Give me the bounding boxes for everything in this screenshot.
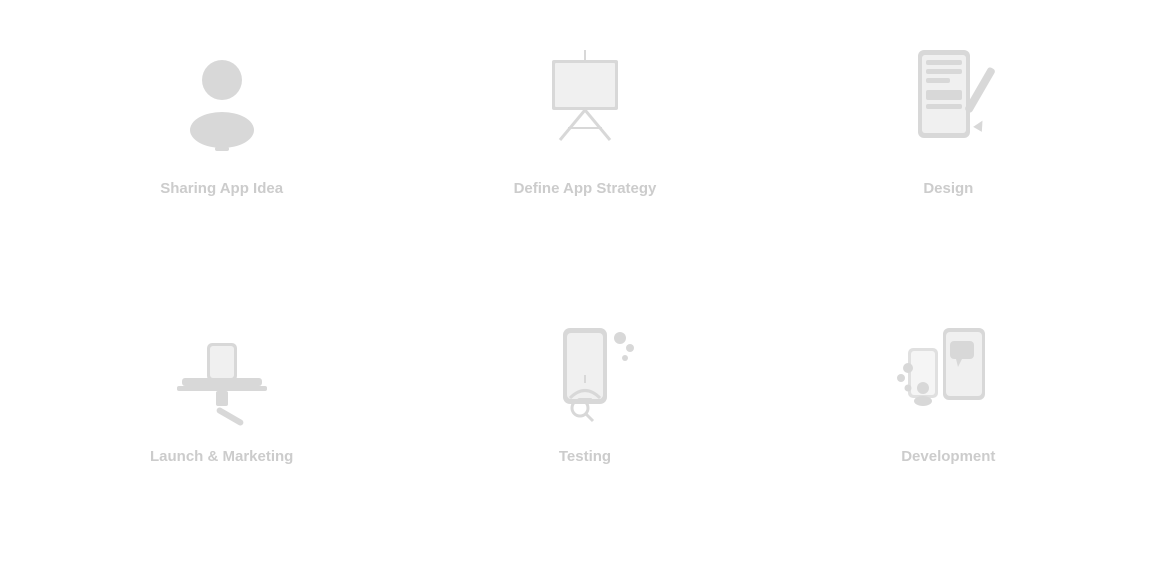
main-grid: Sharing App Idea Define App Strategy [0,0,1170,575]
launch-marketing-icon [157,308,287,438]
sharing-app-idea-icon [157,40,287,170]
card-sharing-app-idea: Sharing App Idea [40,20,403,288]
card-design: Design [767,20,1130,288]
card-define-app-strategy: Define App Strategy [403,20,766,288]
card-testing: Testing [403,288,766,556]
development-icon [883,308,1013,438]
development-title: Development [901,448,995,465]
card-launch-marketing: Launch & Marketing [40,288,403,556]
testing-icon [520,308,650,438]
define-app-strategy-icon [520,40,650,170]
design-title: Design [923,180,973,197]
testing-title: Testing [559,448,611,465]
launch-marketing-title: Launch & Marketing [150,448,293,465]
design-icon [883,40,1013,170]
sharing-app-idea-title: Sharing App Idea [160,180,283,197]
define-app-strategy-title: Define App Strategy [514,180,657,197]
card-development: Development [767,288,1130,556]
